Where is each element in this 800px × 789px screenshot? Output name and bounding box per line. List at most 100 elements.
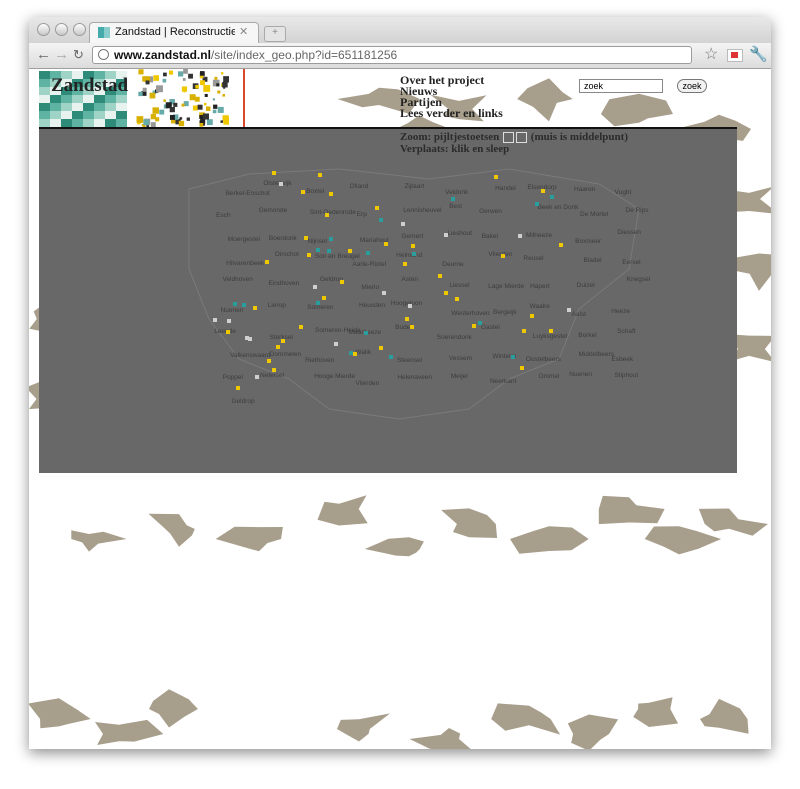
map-point[interactable] [383, 241, 388, 246]
map-point[interactable] [307, 252, 312, 257]
place-label: Best [449, 203, 463, 211]
map-point[interactable] [382, 291, 387, 296]
map-point[interactable] [364, 330, 369, 335]
map-point[interactable] [253, 305, 258, 310]
map-point[interactable] [404, 317, 409, 322]
map-point[interactable] [550, 195, 555, 200]
map-point[interactable] [313, 284, 317, 289]
site-logo[interactable]: Zandstad [39, 69, 229, 127]
logo-speck [214, 76, 218, 80]
map-point[interactable] [245, 336, 250, 341]
map-point[interactable] [315, 300, 320, 305]
map-point[interactable] [298, 325, 303, 330]
logo-speck [186, 117, 190, 121]
map-point[interactable] [500, 253, 505, 258]
map-point[interactable] [266, 359, 271, 364]
map-point[interactable] [301, 189, 306, 194]
map-point[interactable] [271, 368, 276, 373]
map-point[interactable] [329, 191, 334, 196]
map-point[interactable] [347, 249, 352, 254]
map-point[interactable] [494, 175, 499, 180]
map-point[interactable] [477, 320, 482, 325]
map-point[interactable] [472, 324, 477, 329]
map-point[interactable] [226, 329, 231, 334]
map-point[interactable] [333, 342, 338, 347]
place-label: Meijel [450, 373, 468, 381]
map-point[interactable] [322, 295, 327, 300]
map-point[interactable] [279, 182, 284, 186]
map-point[interactable] [264, 259, 269, 264]
map-point[interactable] [348, 350, 353, 355]
logo-tile [61, 103, 72, 111]
map-point[interactable] [438, 274, 443, 279]
search-input[interactable] [579, 79, 663, 93]
map-point[interactable] [226, 319, 231, 324]
map-point[interactable] [451, 197, 456, 202]
map-point[interactable] [374, 206, 379, 211]
map-overlay[interactable]: Berkel-Enschot Oisterwijk Boxtel Olland Zijt… [39, 129, 737, 473]
map-point[interactable] [339, 279, 344, 284]
map-point[interactable] [558, 243, 563, 248]
map-point[interactable] [520, 366, 525, 371]
place-label: Hoogeloon [390, 300, 423, 308]
map-point[interactable] [455, 297, 460, 302]
extension-icon[interactable] [727, 49, 743, 62]
map-point[interactable] [389, 354, 394, 359]
map-point[interactable] [403, 261, 408, 266]
map-point[interactable] [378, 346, 383, 351]
map-point[interactable] [540, 189, 545, 194]
logo-speck [199, 71, 205, 76]
new-tab-button[interactable]: + [264, 26, 286, 42]
map-point[interactable] [410, 325, 415, 330]
map-point[interactable] [521, 329, 526, 334]
browser-tab[interactable]: Zandstad | Reconstructie van ✕ [89, 22, 259, 43]
map-point[interactable] [232, 301, 237, 306]
close-window-button[interactable] [37, 23, 50, 36]
map-point[interactable] [241, 302, 246, 307]
address-bar[interactable]: www.zandstad.nl/site/index_geo.php?id=65… [92, 46, 692, 64]
wrench-menu-icon[interactable]: 🔧 [749, 45, 768, 65]
back-arrow-icon[interactable]: ← [36, 46, 51, 64]
logo-speck [183, 69, 188, 74]
map-point[interactable] [317, 172, 322, 177]
map-point[interactable] [412, 251, 417, 256]
place-label: Nijnsel [307, 237, 327, 245]
map-point[interactable] [304, 236, 309, 241]
map-point[interactable] [365, 250, 370, 255]
map-point[interactable] [410, 243, 415, 248]
reload-icon[interactable]: ↻ [73, 46, 84, 64]
map-point[interactable] [327, 249, 332, 254]
map-point[interactable] [549, 329, 553, 334]
map-point[interactable] [517, 234, 522, 239]
map-point[interactable] [408, 303, 413, 308]
map-point[interactable] [443, 290, 448, 295]
search-button[interactable]: zoek [677, 79, 707, 93]
map-point[interactable] [530, 314, 535, 319]
forward-arrow-icon[interactable]: → [54, 46, 69, 64]
minimize-window-button[interactable] [55, 23, 68, 36]
menu-item-lees-verder[interactable]: Lees verder en links [400, 107, 503, 119]
place-label: Boxmeer [575, 237, 602, 245]
map-point[interactable] [510, 355, 515, 360]
map-point[interactable] [236, 386, 241, 391]
map-point[interactable] [567, 307, 572, 312]
map-point[interactable] [534, 202, 539, 207]
map-point[interactable] [379, 217, 384, 222]
logo-speck [222, 94, 226, 97]
map-point[interactable] [213, 317, 217, 322]
logo-speck [153, 75, 160, 81]
map-point[interactable] [276, 344, 281, 349]
bookmark-star-icon[interactable]: ☆ [704, 45, 718, 65]
map-point[interactable] [400, 222, 405, 227]
land-blob [29, 698, 91, 729]
map-point[interactable] [325, 213, 329, 218]
map-point[interactable] [272, 171, 277, 176]
map-point[interactable] [255, 374, 260, 379]
map-point[interactable] [353, 351, 358, 356]
zoom-window-button[interactable] [73, 23, 86, 36]
map-point[interactable] [443, 233, 448, 238]
map-point[interactable] [281, 339, 286, 344]
tab-close-icon[interactable]: ✕ [239, 23, 248, 42]
map-point[interactable] [329, 237, 334, 242]
map-point[interactable] [315, 248, 320, 253]
